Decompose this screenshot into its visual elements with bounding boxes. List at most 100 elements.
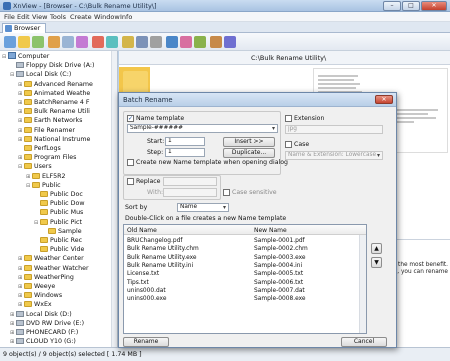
view-icon[interactable] [48, 36, 60, 48]
tree-item[interactable]: ⊞ Animated Weathe [18, 89, 90, 98]
replace-input[interactable] [163, 177, 217, 186]
tree-item[interactable]: ⊟ Public Pict [34, 218, 82, 227]
tree-item[interactable]: ⊟ Local Disk (C:) [10, 70, 71, 79]
tree-item[interactable]: ⊞ Weather Watcher [18, 264, 89, 273]
file-row[interactable]: Bulk Rename Utility.ini Sample-0004.ini [124, 262, 360, 270]
rotate-icon[interactable] [166, 36, 178, 48]
name-template-checkbox[interactable]: ✓ [127, 115, 134, 122]
gear-icon[interactable] [210, 36, 222, 48]
tab-browser[interactable]: Browser [2, 23, 46, 33]
tree-item[interactable]: Public Mus [34, 208, 83, 217]
filter-icon[interactable] [76, 36, 88, 48]
open-folder-icon[interactable] [18, 36, 30, 48]
dialog-close-button[interactable]: ✕ [375, 95, 393, 104]
tree-item[interactable]: ⊞ CLOUD Y10 (G:) [10, 337, 76, 346]
column-new-name[interactable]: New Name [254, 227, 287, 234]
menu-file[interactable]: File [4, 13, 15, 21]
file-row[interactable]: unins000.dat Sample-0007.dat [124, 287, 360, 295]
menu-window[interactable]: Window [94, 13, 120, 21]
maximize-button[interactable]: □ [402, 1, 420, 11]
rename-icon[interactable] [194, 36, 206, 48]
case-checkbox[interactable] [285, 141, 292, 148]
tree-item[interactable]: ⊞ Weeye [18, 282, 55, 291]
case-sensitive-checkbox[interactable] [223, 189, 230, 196]
print-icon[interactable] [122, 36, 134, 48]
move-up-button[interactable]: ▲ [371, 243, 382, 254]
create-on-open-checkbox[interactable] [127, 159, 134, 166]
tree-item[interactable]: ⊞ File Renamer [18, 126, 75, 135]
tree-item[interactable]: ⊞ Program Files [18, 153, 76, 162]
menu-view[interactable]: View [32, 13, 47, 21]
tree-item[interactable]: Public Dow [34, 199, 85, 208]
file-row[interactable]: License.txt Sample-0005.txt [124, 270, 360, 278]
old-name-cell: unins000.dat [127, 287, 166, 294]
folder-icon [24, 145, 32, 151]
with-input[interactable] [163, 188, 217, 197]
tree-item[interactable]: ⊞ Advanced Rename [18, 80, 93, 89]
extension-input[interactable]: jpg [285, 125, 383, 134]
rename-button[interactable]: Rename [123, 337, 169, 347]
tree-item[interactable]: ⊟ Public [26, 181, 61, 190]
file-row[interactable]: Tips.txt Sample-0006.txt [124, 279, 360, 287]
case-select[interactable]: Name & Extension: Lowercase [285, 151, 383, 160]
menu-tools[interactable]: Tools [50, 13, 66, 21]
file-row[interactable]: Bulk Rename Utility.exe Sample-0003.exe [124, 254, 360, 262]
tree-item-label: Weather Watcher [34, 264, 89, 272]
tree-item[interactable]: PerfLogs [18, 144, 61, 153]
drive-icon [16, 319, 24, 326]
tree-item[interactable]: ⊞ Local Disk (D:) [10, 310, 72, 319]
tree-item[interactable]: Public Doc [34, 190, 83, 199]
folder-icon [24, 264, 32, 271]
tree-item[interactable]: ⊟ Computer [2, 52, 49, 61]
tree-item[interactable]: ⊞ National Instrume [18, 135, 90, 144]
path-field[interactable]: C:\Bulk Rename Utility\ [251, 54, 326, 62]
settings-icon[interactable] [150, 36, 162, 48]
tree-item[interactable]: Public Vide [34, 245, 84, 254]
sort-by-select[interactable]: Name [177, 203, 229, 212]
capture-icon[interactable] [106, 36, 118, 48]
minimize-button[interactable]: – [383, 1, 401, 11]
refresh-icon[interactable] [32, 36, 44, 48]
file-row[interactable]: Bulk Rename Utility.chm Sample-0002.chm [124, 245, 360, 253]
insert-button[interactable]: Insert >> [223, 137, 275, 147]
extension-checkbox[interactable] [285, 115, 292, 122]
move-down-button[interactable]: ▼ [371, 257, 382, 268]
tree-item[interactable]: Sample [42, 227, 82, 236]
help-icon[interactable] [224, 36, 236, 48]
thumbnail-icon[interactable] [62, 36, 74, 48]
folder-icon [24, 135, 32, 142]
name-template-input[interactable]: Sample-###### [127, 124, 278, 133]
tree-item[interactable]: Public Rec [34, 236, 82, 245]
tree-item[interactable]: ⊟ Users [18, 162, 52, 171]
start-stepper[interactable]: 1 [165, 137, 205, 146]
tree-scrollbar[interactable] [111, 51, 117, 347]
menu-create[interactable]: Create [70, 13, 92, 21]
menu-edit[interactable]: Edit [17, 13, 30, 21]
fullscreen-icon[interactable] [136, 36, 148, 48]
column-old-name[interactable]: Old Name [127, 227, 157, 234]
tree-item[interactable]: ⊞ ELF5R2 [26, 172, 66, 181]
slideshow-icon[interactable] [92, 36, 104, 48]
cancel-button[interactable]: Cancel [341, 337, 387, 347]
home-icon[interactable] [4, 36, 16, 48]
tree-item[interactable]: ⊞ WxEx [18, 300, 52, 309]
close-window-button[interactable]: ✕ [421, 1, 447, 11]
tree-item[interactable]: ⊞ Earth Networks [18, 116, 82, 125]
file-row[interactable]: unins000.exe Sample-0008.exe [124, 295, 360, 303]
replace-checkbox[interactable] [127, 178, 134, 185]
tree-item[interactable]: ⊞ Bulk Rename Utili [18, 107, 90, 116]
tree-item[interactable]: ⊞ Weather Center [18, 254, 84, 263]
file-row[interactable]: BRUChangelog.pdf Sample-0001.pdf [124, 237, 360, 245]
menu-info[interactable]: Info [120, 13, 132, 21]
tree-item[interactable]: ⊞ DVD RW Drive (E:) [10, 319, 84, 328]
tree-item[interactable]: ⊞ WeatherPing [18, 273, 74, 282]
file-list-scrollbar[interactable] [359, 235, 366, 333]
tree-item[interactable]: Floppy Disk Drive (A:) [10, 61, 95, 70]
tree-item[interactable]: ⊞ BatchRename 4 F [18, 98, 90, 107]
tree-item[interactable]: ⊞ PHONECARD (F:) [10, 328, 78, 337]
tree-item-label: Bulk Rename Utili [34, 108, 90, 116]
duplicate-button[interactable]: Duplicate... [223, 148, 275, 158]
convert-icon[interactable] [180, 36, 192, 48]
step-stepper[interactable]: 1 [165, 148, 205, 157]
tree-item[interactable]: ⊞ Windows [18, 291, 62, 300]
